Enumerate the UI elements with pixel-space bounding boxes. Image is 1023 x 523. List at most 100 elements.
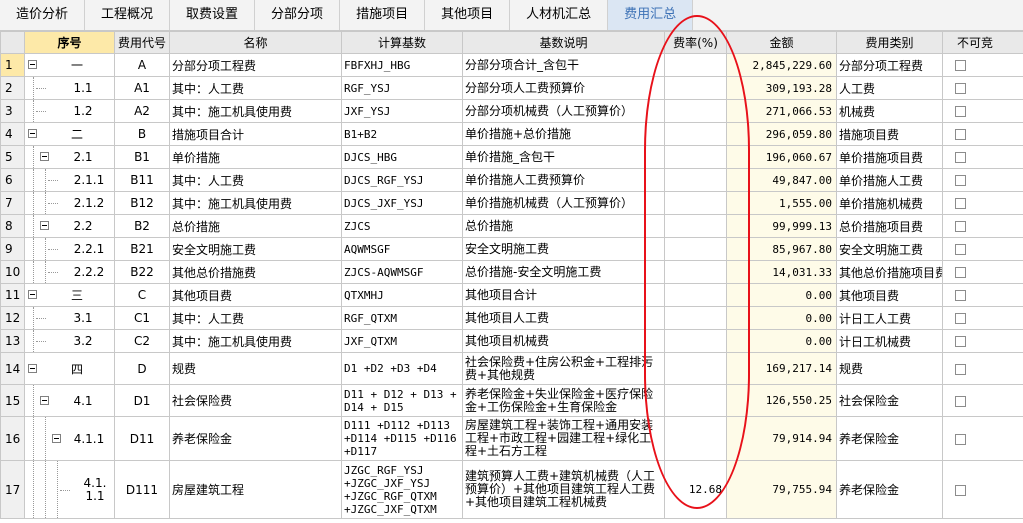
non-competitive-checkbox[interactable] [955,106,966,117]
col-header-type[interactable]: 费用类别 [836,31,943,54]
col-header-code[interactable]: 费用代号 [114,31,170,54]
fee-type[interactable]: 单价措施项目费 [836,145,943,169]
fee-code[interactable]: B12 [114,191,170,215]
fee-code[interactable]: A [114,53,170,77]
non-competitive-checkbox[interactable] [955,313,966,324]
fee-rate[interactable]: 12.68 [664,460,727,519]
fee-type[interactable]: 其他项目费 [836,283,943,307]
fee-code[interactable]: D1 [114,384,170,417]
fee-name[interactable]: 其中：人工费 [169,168,342,192]
fee-name[interactable]: 其中：施工机具使用费 [169,99,342,123]
col-header-desc[interactable]: 基数说明 [462,31,665,54]
seq-cell[interactable]: 2.2.1 [24,237,115,261]
base-description[interactable]: 分部分项机械费（人工预算价） [462,99,665,123]
seq-cell[interactable]: 1.1 [24,76,115,100]
base-description[interactable]: 分部分项人工费预算价 [462,76,665,100]
non-competitive-checkbox[interactable] [955,267,966,278]
table-row[interactable]: 4 二 B 措施项目合计 B1+B2 单价措施+总价措施 296,059.80 措施项目费 [0,122,1023,146]
fee-type[interactable]: 总价措施项目费 [836,214,943,238]
col-header-amount[interactable]: 金额 [726,31,837,54]
fee-rate[interactable] [664,76,727,100]
tab-7[interactable]: 人材机汇总 [510,0,609,30]
table-row[interactable]: 3 1.2 A2 其中：施工机具使用费 JXF_YSJ 分部分项机械费（人工预算价） 271… [0,99,1023,123]
fee-type[interactable]: 其他总价措施项目费 [836,260,943,284]
tab-3[interactable]: 取费设置 [170,0,256,30]
amount[interactable]: 79,914.94 [726,416,837,461]
table-row[interactable]: 12 3.1 C1 其中：人工费 RGF_QTXM 其他项目人工费 0.00 计日工人工费 [0,306,1023,330]
fee-name[interactable]: 养老保险金 [169,416,342,461]
seq-cell[interactable]: 三 [24,283,115,307]
fee-rate[interactable] [664,53,727,77]
fee-name[interactable]: 规费 [169,352,342,385]
fee-code[interactable]: B2 [114,214,170,238]
fee-type[interactable]: 规费 [836,352,943,385]
fee-name[interactable]: 措施项目合计 [169,122,342,146]
row-number[interactable]: 1 [0,53,25,77]
fee-code[interactable]: C [114,283,170,307]
table-row[interactable]: 9 2.2.1 B21 安全文明施工费 AQWMSGF 安全文明施工费 85,967.80 安… [0,237,1023,261]
fee-type[interactable]: 机械费 [836,99,943,123]
base-description[interactable]: 分部分项合计_含包干 [462,53,665,77]
tab-6[interactable]: 其他项目 [425,0,511,30]
seq-cell[interactable]: 一 [24,53,115,77]
non-competitive-checkbox[interactable] [955,363,966,375]
calc-base[interactable]: D11 + D12 + D13 + D14 + D15 [341,384,463,417]
fee-name[interactable]: 单价措施 [169,145,342,169]
fee-rate[interactable] [664,168,727,192]
non-competitive-checkbox[interactable] [955,290,966,301]
fee-code[interactable]: A2 [114,99,170,123]
fee-name[interactable]: 分部分项工程费 [169,53,342,77]
non-competitive-checkbox[interactable] [955,129,966,140]
table-row[interactable]: 15 4.1 D1 社会保险费 D11 + D12 + D13 + D14 + D15 养… [0,384,1023,417]
fee-rate[interactable] [664,145,727,169]
fee-rate[interactable] [664,260,727,284]
non-competitive-checkbox[interactable] [955,152,966,163]
tab-5[interactable]: 措施项目 [340,0,426,30]
table-row[interactable]: 8 2.2 B2 总价措施 ZJCS 总价措施 99,999.13 总价措施项目费 [0,214,1023,238]
table-row[interactable]: 14 四 D 规费 D1 +D2 +D3 +D4 社会保险费+住房公积金+工程排污费+其他… [0,352,1023,385]
collapse-toggle-icon[interactable] [52,433,61,443]
row-number[interactable]: 10 [0,260,25,284]
fee-name[interactable]: 房屋建筑工程 [169,460,342,519]
calc-base[interactable]: FBFXHJ_HBG [341,53,463,77]
fee-type[interactable]: 单价措施人工费 [836,168,943,192]
non-competitive-checkbox[interactable] [955,484,966,496]
fee-name[interactable]: 其中：人工费 [169,306,342,330]
tab-4[interactable]: 分部分项 [255,0,341,30]
fee-rate[interactable] [664,329,727,353]
fee-rate[interactable] [664,283,727,307]
amount[interactable]: 296,059.80 [726,122,837,146]
seq-cell[interactable]: 二 [24,122,115,146]
table-row[interactable]: 2 1.1 A1 其中：人工费 RGF_YSJ 分部分项人工费预算价 309,193.28 人… [0,76,1023,100]
amount[interactable]: 0.00 [726,329,837,353]
calc-base[interactable]: JXF_QTXM [341,329,463,353]
col-header-extra[interactable]: 不可竞 [942,31,1023,54]
calc-base[interactable]: DJCS_HBG [341,145,463,169]
amount[interactable]: 2,845,229.60 [726,53,837,77]
fee-type[interactable]: 单价措施机械费 [836,191,943,215]
calc-base[interactable]: D1 +D2 +D3 +D4 [341,352,463,385]
fee-code[interactable]: A1 [114,76,170,100]
amount[interactable]: 99,999.13 [726,214,837,238]
table-row[interactable]: 16 4.1.1 D11 养老保险金 D111 +D112 +D113 +D114 +D… [0,416,1023,461]
non-competitive-checkbox[interactable] [955,433,966,445]
base-description[interactable]: 其他项目人工费 [462,306,665,330]
col-header-seq[interactable]: 序号 [24,31,115,54]
non-competitive-checkbox[interactable] [955,395,966,407]
calc-base[interactable]: RGF_QTXM [341,306,463,330]
calc-base[interactable]: DJCS_JXF_YSJ [341,191,463,215]
seq-cell[interactable]: 3.1 [24,306,115,330]
amount[interactable]: 169,217.14 [726,352,837,385]
row-number[interactable]: 6 [0,168,25,192]
non-competitive-checkbox[interactable] [955,336,966,347]
calc-base[interactable]: JZGC_RGF_YSJ +JZGC_JXF_YSJ +JZGC_RGF_QTX… [341,460,463,519]
collapse-toggle-icon[interactable] [40,221,49,230]
fee-rate[interactable] [664,214,727,238]
base-description[interactable]: 总价措施-安全文明施工费 [462,260,665,284]
amount[interactable]: 0.00 [726,283,837,307]
fee-rate[interactable] [664,99,727,123]
seq-cell[interactable]: 2.2.2 [24,260,115,284]
amount[interactable]: 126,550.25 [726,384,837,417]
fee-rate[interactable] [664,191,727,215]
tab-8[interactable]: 费用汇总 [608,0,694,30]
